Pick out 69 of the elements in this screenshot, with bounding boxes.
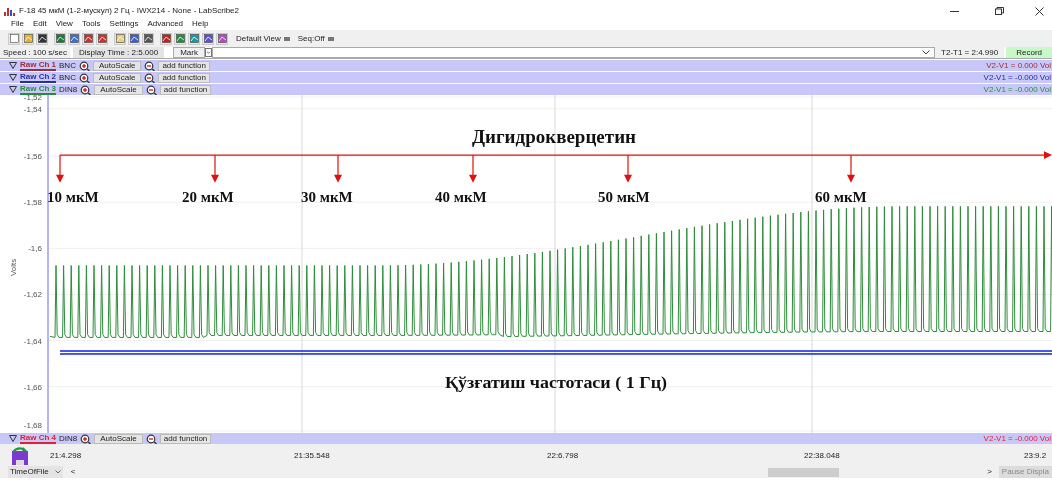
time-tick-label: 22:6.798 (547, 452, 579, 460)
collapse-triangle-icon[interactable] (9, 435, 17, 442)
scrollbar-thumb[interactable] (767, 467, 839, 477)
minimize-icon[interactable] (950, 10, 959, 12)
input-label: DIN8 (59, 434, 78, 443)
menu-item[interactable]: File (11, 20, 24, 28)
zoom-in-icon[interactable] (78, 60, 90, 71)
speed-label: Speed : 100 s/sec (0, 47, 71, 58)
dose-label: 10 мкМ (47, 189, 99, 206)
stimulus-label: Қўзғатиш частотаси ( 1 Гц) (445, 371, 667, 392)
chevron-down-icon (922, 50, 931, 55)
mark-field[interactable] (212, 47, 936, 58)
menu-item[interactable]: Advanced (147, 20, 184, 28)
zoom-in-icon[interactable] (80, 84, 92, 95)
zoom-out-icon[interactable] (145, 433, 157, 444)
channel-reading: V2-V1 = -0.000 Vol (983, 434, 1051, 443)
dropdown-arrow-icon[interactable] (205, 48, 212, 57)
view-dropdown[interactable]: Seq:Off (297, 34, 334, 43)
input-label: DIN8 (59, 85, 78, 94)
zoom-out-icon[interactable] (144, 72, 156, 83)
chevron-down-icon (54, 470, 61, 474)
time-format-dropdown[interactable]: TimeOfFile (8, 466, 63, 478)
add-function-button[interactable]: add function (158, 72, 210, 83)
zoom-out-icon[interactable] (145, 84, 157, 95)
mark-button[interactable]: Mark (173, 47, 205, 58)
menu-item[interactable]: Tools (81, 20, 101, 28)
channel-name: Raw Ch 2 (20, 72, 56, 83)
time-tick-label: 21:4.298 (50, 452, 82, 460)
add-function-button[interactable]: add function (159, 433, 212, 444)
input-label: BNC (59, 61, 76, 70)
time-tick-label: 22:38.048 (804, 452, 840, 460)
dose-label: 50 мкМ (598, 189, 650, 206)
zoom-in-icon[interactable] (78, 72, 90, 83)
time-tick-label: 23:9.2 (1024, 452, 1047, 460)
autoscale-button[interactable]: AutoScale (94, 433, 143, 444)
window-title: F-18 45 мкМ (1-2-мускул) 2 Гц - IWX214 - None - LabScribe2 (19, 5, 239, 17)
scroll-right-button[interactable]: > (985, 468, 994, 476)
dose-label: 20 мкМ (182, 189, 234, 206)
save-data-icon[interactable] (10, 446, 30, 466)
channel-name: Raw Ch 1 (20, 60, 56, 71)
record-button[interactable]: Record (1006, 47, 1052, 58)
scroll-left-button[interactable]: < (68, 468, 78, 476)
add-function-button[interactable]: add function (158, 60, 210, 71)
menu-item[interactable]: Edit (32, 20, 47, 28)
autoscale-button[interactable]: AutoScale (94, 84, 143, 95)
dose-label: 30 мкМ (301, 189, 353, 206)
zoom-out-icon[interactable] (144, 60, 156, 71)
zoom-in-icon[interactable] (80, 433, 92, 444)
autoscale-button[interactable]: AutoScale (92, 72, 142, 83)
channel-reading: V2-V1 = -0.000 Vol (983, 85, 1051, 94)
time-tick-label: 21:35.548 (294, 452, 330, 460)
channel-reading: V2-V1 = 0.000 Vol (986, 61, 1051, 70)
dose-label: 40 мкМ (435, 189, 487, 206)
dose-label: 60 мкМ (815, 189, 867, 206)
y-axis-label: Volts (8, 258, 18, 276)
add-function-button[interactable]: add function (159, 84, 212, 95)
menu-item[interactable]: View (55, 20, 73, 28)
restore-icon[interactable] (995, 7, 1004, 15)
display-time-label: Display Time : 2:5.000 (73, 47, 165, 58)
app-logo-icon (4, 6, 15, 16)
channel-reading: V2-V1 = -0.000 Vol (983, 73, 1051, 82)
close-icon[interactable] (1035, 6, 1044, 16)
menu-item[interactable]: Help (192, 20, 209, 28)
autoscale-button[interactable]: AutoScale (92, 60, 142, 71)
menu-item[interactable]: Settings (109, 20, 139, 28)
time-difference-label: T2-T1 = 2:4.990 (935, 47, 1005, 58)
annotation-title: Дигидрокверцетин (471, 126, 637, 148)
view-dropdown[interactable]: Default View (236, 34, 290, 43)
input-label: BNC (59, 73, 76, 82)
